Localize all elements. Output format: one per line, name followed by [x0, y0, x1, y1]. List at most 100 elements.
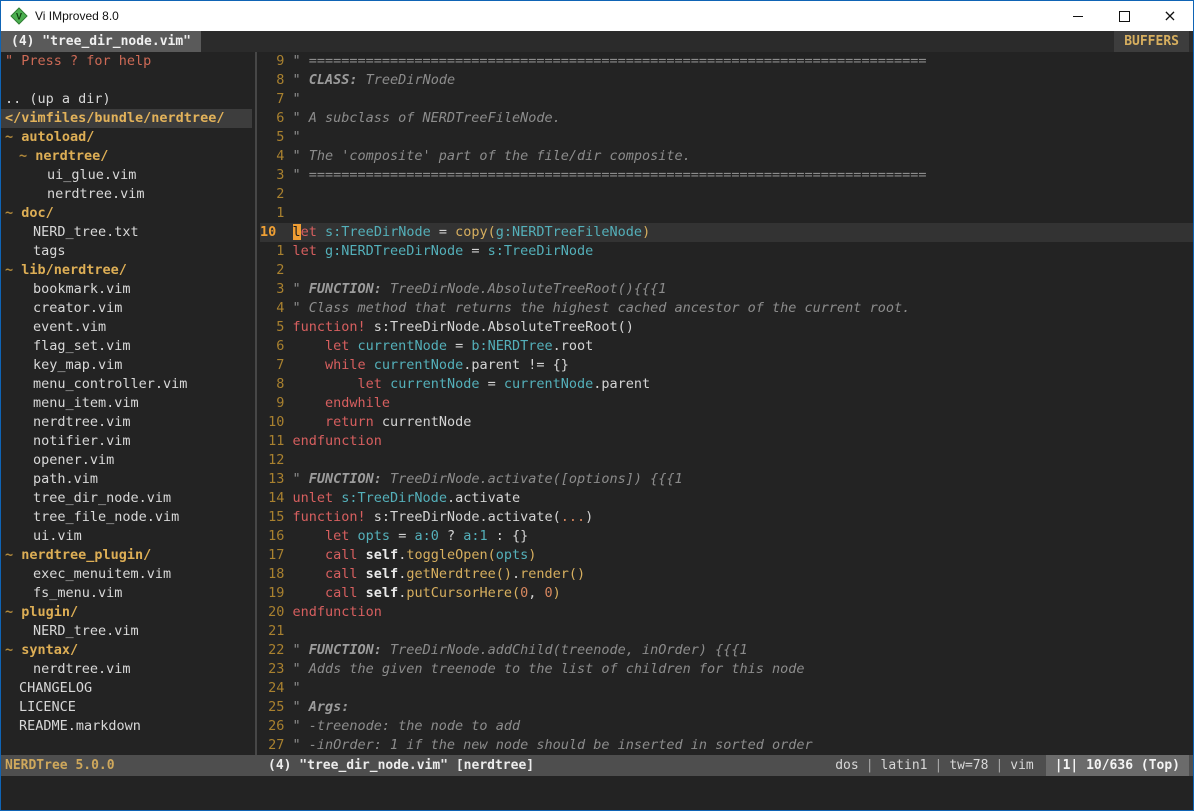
editor-line[interactable]: 4" Class method that returns the highest…: [260, 299, 1193, 318]
nerdtree-item-file[interactable]: tree_dir_node.vim: [1, 489, 252, 508]
editor-line[interactable]: 8 let currentNode = currentNode.parent: [260, 375, 1193, 394]
dir-toggle-icon: ~: [5, 205, 21, 221]
nerdtree-item-file[interactable]: tags: [1, 242, 252, 261]
code-token: .root: [553, 338, 594, 354]
editor-line[interactable]: 13" FUNCTION: TreeDirNode.activate([opti…: [260, 470, 1193, 489]
editor-line[interactable]: 9" =====================================…: [260, 52, 1193, 71]
line-text: ": [293, 128, 301, 147]
nerdtree-item-file[interactable]: notifier.vim: [1, 432, 252, 451]
nerdtree-item-dir[interactable]: ~ autoload/: [1, 128, 252, 147]
editor-line[interactable]: 12: [260, 451, 1193, 470]
nerdtree-item-file[interactable]: exec_menuitem.vim: [1, 565, 252, 584]
code-token: endfunction: [293, 604, 382, 620]
nerdtree-item-help[interactable]: " Press ? for help: [1, 52, 252, 71]
window-separator[interactable]: [252, 52, 260, 755]
close-button[interactable]: ×: [1147, 1, 1193, 31]
nerdtree-item-label: NERD_tree.vim: [33, 623, 139, 639]
editor-line[interactable]: 20endfunction: [260, 603, 1193, 622]
editor-line[interactable]: 3" FUNCTION: TreeDirNode.AbsoluteTreeRoo…: [260, 280, 1193, 299]
nerdtree-item-file[interactable]: ui_glue.vim: [1, 166, 252, 185]
minimize-button[interactable]: [1055, 1, 1101, 31]
tab-active[interactable]: (4) "tree_dir_node.vim": [1, 31, 201, 52]
nerdtree-item-dir[interactable]: ~ syntax/: [1, 641, 252, 660]
nerdtree-item-dir[interactable]: ~ nerdtree/: [1, 147, 252, 166]
nerdtree-item-file[interactable]: key_map.vim: [1, 356, 252, 375]
line-text: call self.getNerdtree().render(): [293, 565, 586, 584]
editor-line[interactable]: 3" =====================================…: [260, 166, 1193, 185]
code-token: function!: [293, 509, 366, 525]
nerdtree-item-file[interactable]: NERD_tree.vim: [1, 622, 252, 641]
editor-line[interactable]: 23" Adds the given treenode to the list …: [260, 660, 1193, 679]
nerdtree-item-dir[interactable]: ~ doc/: [1, 204, 252, 223]
editor-line[interactable]: 7 while currentNode.parent != {}: [260, 356, 1193, 375]
code-token: " -treenode: the node to add: [293, 718, 521, 734]
editor-line[interactable]: 2: [260, 185, 1193, 204]
editor-line[interactable]: 6" A subclass of NERDTreeFileNode.: [260, 109, 1193, 128]
nerdtree-item-file[interactable]: tree_file_node.vim: [1, 508, 252, 527]
line-text: call self.toggleOpen(opts): [293, 546, 537, 565]
nerdtree-item-blank: [1, 71, 252, 90]
editor-line[interactable]: 1let g:NERDTreeDirNode = s:TreeDirNode: [260, 242, 1193, 261]
nerdtree-item-file[interactable]: menu_item.vim: [1, 394, 252, 413]
editor-line[interactable]: 8" CLASS: TreeDirNode: [260, 71, 1193, 90]
nerdtree-item-file[interactable]: opener.vim: [1, 451, 252, 470]
nerdtree-item-file[interactable]: LICENCE: [1, 698, 252, 717]
nerdtree-item-file[interactable]: NERD_tree.txt: [1, 223, 252, 242]
editor-line[interactable]: 1: [260, 204, 1193, 223]
editor-line[interactable]: 2: [260, 261, 1193, 280]
editor-line[interactable]: 5function! s:TreeDirNode.AbsoluteTreeRoo…: [260, 318, 1193, 337]
nerdtree-item-file[interactable]: path.vim: [1, 470, 252, 489]
code-token: ): [642, 224, 650, 240]
editor-line[interactable]: 7": [260, 90, 1193, 109]
nerdtree-item-dir[interactable]: ~ lib/nerdtree/: [1, 261, 252, 280]
editor-line-current[interactable]: 10let s:TreeDirNode = copy(g:NERDTreeFil…: [260, 223, 1193, 242]
line-number: 4: [260, 147, 284, 166]
nerdtree-item-file[interactable]: nerdtree.vim: [1, 185, 252, 204]
editor-line[interactable]: 5": [260, 128, 1193, 147]
editor-line[interactable]: 24": [260, 679, 1193, 698]
editor-line[interactable]: 17 call self.toggleOpen(opts): [260, 546, 1193, 565]
code-token: currentNode: [374, 414, 472, 430]
editor-line[interactable]: 21: [260, 622, 1193, 641]
buffers-label[interactable]: BUFFERS: [1114, 31, 1189, 52]
editor-line[interactable]: 9 endwhile: [260, 394, 1193, 413]
editor-line[interactable]: 26" -treenode: the node to add: [260, 717, 1193, 736]
editor-line[interactable]: 15function! s:TreeDirNode.activate(...): [260, 508, 1193, 527]
nerdtree-item-label: menu_controller.vim: [33, 376, 187, 392]
nerdtree-item-file[interactable]: event.vim: [1, 318, 252, 337]
code-token: ": [293, 642, 309, 658]
tabline: (4) "tree_dir_node.vim" BUFFERS: [1, 31, 1193, 52]
nerdtree-item-file[interactable]: menu_controller.vim: [1, 375, 252, 394]
nerdtree-item-file[interactable]: nerdtree.vim: [1, 660, 252, 679]
code-token: unlet: [293, 490, 334, 506]
nerdtree-item-file[interactable]: ui.vim: [1, 527, 252, 546]
editor-line[interactable]: 27" -inOrder: 1 if the new node should b…: [260, 736, 1193, 755]
nerdtree-item-file[interactable]: fs_menu.vim: [1, 584, 252, 603]
editor-line[interactable]: 18 call self.getNerdtree().render(): [260, 565, 1193, 584]
nerdtree-item-file[interactable]: nerdtree.vim: [1, 413, 252, 432]
nerdtree-item-file[interactable]: CHANGELOG: [1, 679, 252, 698]
code-token: Args:: [309, 699, 350, 715]
nerdtree-item-updir[interactable]: .. (up a dir): [1, 90, 252, 109]
nerdtree-item-file[interactable]: creator.vim: [1, 299, 252, 318]
editor-line[interactable]: 14unlet s:TreeDirNode.activate: [260, 489, 1193, 508]
nerdtree-item-file[interactable]: flag_set.vim: [1, 337, 252, 356]
nerdtree-item-root[interactable]: </vimfiles/bundle/nerdtree/: [1, 109, 252, 128]
code-token: ): [528, 547, 536, 563]
nerdtree-item-dir[interactable]: ~ nerdtree_plugin/: [1, 546, 252, 565]
editor-line[interactable]: 6 let currentNode = b:NERDTree.root: [260, 337, 1193, 356]
editor-line[interactable]: 16 let opts = a:0 ? a:1 : {}: [260, 527, 1193, 546]
nerdtree-item-file[interactable]: bookmark.vim: [1, 280, 252, 299]
nerdtree-item-label: flag_set.vim: [33, 338, 131, 354]
maximize-button[interactable]: [1101, 1, 1147, 31]
editor-line[interactable]: 19 call self.putCursorHere(0, 0): [260, 584, 1193, 603]
editor-line[interactable]: 10 return currentNode: [260, 413, 1193, 432]
nerdtree-item-dir[interactable]: ~ plugin/: [1, 603, 252, 622]
editor-line[interactable]: 22" FUNCTION: TreeDirNode.addChild(treen…: [260, 641, 1193, 660]
nerdtree-item-label: tree_file_node.vim: [33, 509, 179, 525]
editor-line[interactable]: 25" Args:: [260, 698, 1193, 717]
nerdtree-item-file[interactable]: README.markdown: [1, 717, 252, 736]
code-token: currentNode: [358, 338, 447, 354]
editor-line[interactable]: 4" The 'composite' part of the file/dir …: [260, 147, 1193, 166]
editor-line[interactable]: 11endfunction: [260, 432, 1193, 451]
